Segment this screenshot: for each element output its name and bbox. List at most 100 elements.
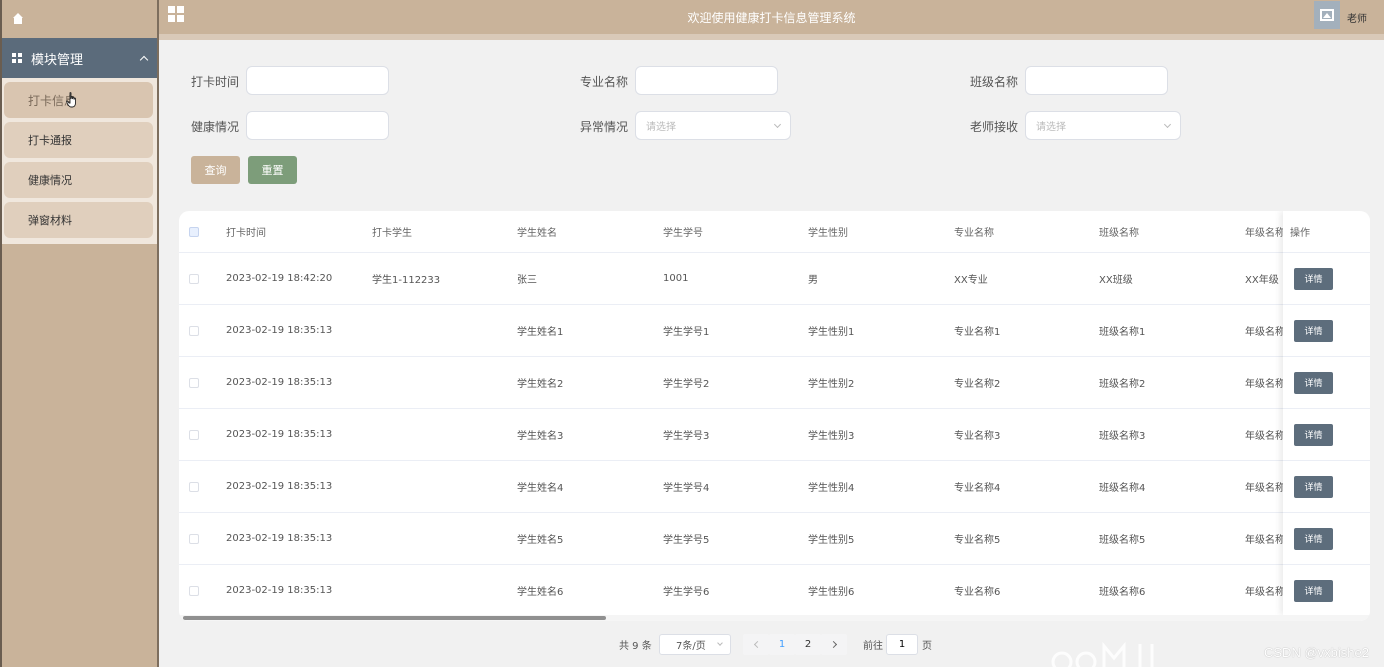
table-row[interactable]: 2023-02-19 18:35:13 学生姓名3 学生学号3 学生性别3 专业名称3 班… bbox=[179, 409, 1370, 461]
column-header[interactable]: 打卡时间 bbox=[226, 211, 266, 252]
detail-button[interactable]: 详情 bbox=[1294, 579, 1333, 602]
column-header[interactable]: 班级名称 bbox=[1099, 211, 1139, 252]
table-cell: 学生性别3 bbox=[808, 431, 855, 442]
row-checkbox[interactable] bbox=[189, 378, 199, 388]
column-header[interactable]: 年级名称 bbox=[1245, 211, 1283, 252]
sidebar-item-checkin-info[interactable]: 打卡信息 bbox=[4, 82, 153, 118]
detail-button[interactable]: 详情 bbox=[1294, 423, 1333, 446]
table-cell: 班级名称1 bbox=[1099, 327, 1146, 338]
row-checkbox[interactable] bbox=[189, 430, 199, 440]
table-row[interactable]: 2023-02-19 18:35:13 学生姓名2 学生学号2 学生性别2 专业名称2 班… bbox=[179, 357, 1370, 409]
detail-button[interactable]: 详情 bbox=[1294, 475, 1333, 498]
detail-button[interactable]: 详情 bbox=[1294, 527, 1333, 550]
chevron-down-icon bbox=[717, 640, 723, 646]
sidebar-item-health-status[interactable]: 健康情况 bbox=[4, 162, 153, 198]
avatar[interactable] bbox=[1314, 1, 1340, 29]
table-cell: 专业名称1 bbox=[954, 327, 1001, 338]
select-all-checkbox[interactable] bbox=[189, 227, 199, 237]
page-button-1[interactable]: 1 bbox=[769, 634, 795, 655]
row-checkbox[interactable] bbox=[189, 534, 199, 544]
sidebar-item-popup-material[interactable]: 弹窗材料 bbox=[4, 202, 153, 238]
column-header[interactable]: 打卡学生 bbox=[372, 211, 412, 252]
table-cell: 2023-02-19 18:35:13 bbox=[226, 585, 333, 596]
health-input[interactable] bbox=[246, 111, 389, 140]
detail-button[interactable]: 详情 bbox=[1294, 371, 1333, 394]
operation-cell: 详情 bbox=[1283, 409, 1370, 461]
table-cell: 学生学号3 bbox=[663, 431, 710, 442]
detail-button[interactable]: 详情 bbox=[1294, 267, 1333, 290]
table-cell: 学生学号1 bbox=[663, 327, 710, 338]
sidebar-item-label: 健康情况 bbox=[28, 174, 72, 187]
scrollbar-thumb[interactable] bbox=[183, 616, 606, 620]
table-row[interactable]: 2023-02-19 18:35:13 学生姓名1 学生学号1 学生性别1 专业名称1 班… bbox=[179, 305, 1370, 357]
abnormal-select[interactable]: 请选择 bbox=[635, 111, 791, 140]
operation-cell: 详情 bbox=[1283, 305, 1370, 357]
health-label: 健康情况 bbox=[191, 120, 240, 134]
page-size-select[interactable]: 7条/页 bbox=[659, 634, 731, 655]
row-checkbox[interactable] bbox=[189, 482, 199, 492]
sidebar-item-checkin-report[interactable]: 打卡通报 bbox=[4, 122, 153, 158]
data-table: 打卡时间 打卡学生 学生姓名 学生学号 学生性别 专业名称 班级名称 年级名称 … bbox=[179, 211, 1370, 621]
class-input[interactable] bbox=[1025, 66, 1168, 95]
column-header[interactable]: 学生姓名 bbox=[517, 211, 557, 252]
table-cell: 专业名称4 bbox=[954, 483, 1001, 494]
column-header[interactable]: 专业名称 bbox=[954, 211, 994, 252]
goto-label: 前往 bbox=[863, 640, 883, 652]
operation-cell: 详情 bbox=[1283, 513, 1370, 565]
table-cell: 2023-02-19 18:35:13 bbox=[226, 481, 333, 492]
operation-cell: 详情 bbox=[1283, 461, 1370, 513]
major-input[interactable] bbox=[635, 66, 778, 95]
table-row[interactable]: 2023-02-19 18:35:13 学生姓名4 学生学号4 学生性别4 专业名称4 班… bbox=[179, 461, 1370, 513]
column-header[interactable]: 学生性别 bbox=[808, 211, 848, 252]
abnormal-select-placeholder: 请选择 bbox=[646, 122, 676, 133]
page-title: 欢迎使用健康打卡信息管理系统 bbox=[687, 11, 856, 25]
table-cell: 班级名称2 bbox=[1099, 379, 1146, 390]
table-row[interactable]: 2023-02-19 18:35:13 学生姓名6 学生学号6 学生性别6 专业名称6 班… bbox=[179, 565, 1370, 617]
checkin-time-label: 打卡时间 bbox=[191, 75, 240, 89]
horizontal-scrollbar[interactable] bbox=[179, 615, 1370, 621]
major-label: 专业名称 bbox=[580, 75, 629, 89]
checkin-time-input[interactable] bbox=[246, 66, 389, 95]
search-button[interactable]: 查询 bbox=[191, 156, 240, 184]
home-icon bbox=[12, 13, 24, 25]
goto-page-input[interactable] bbox=[886, 634, 918, 655]
table-cell: XX专业 bbox=[954, 275, 988, 286]
filter-form: 打卡时间 专业名称 班级名称 健康情况 异常情况 请选择 老师接收 请选择 查询… bbox=[159, 40, 1384, 200]
watermark-logo bbox=[1051, 641, 1154, 667]
column-header[interactable]: 学生学号 bbox=[663, 211, 703, 252]
user-name[interactable]: 老师 bbox=[1347, 10, 1367, 25]
table-cell: 班级名称3 bbox=[1099, 431, 1146, 442]
teacher-receive-select[interactable]: 请选择 bbox=[1025, 111, 1181, 140]
table-cell: 专业名称3 bbox=[954, 431, 1001, 442]
table-cell: 学生学号2 bbox=[663, 379, 710, 390]
operation-cell: 详情 bbox=[1283, 565, 1370, 617]
operation-cell: 详情 bbox=[1283, 253, 1370, 305]
prev-page-button[interactable] bbox=[743, 634, 769, 655]
table-cell: 专业名称6 bbox=[954, 587, 1001, 598]
table-row[interactable]: 2023-02-19 18:42:20 学生1-112233 张三 1001 男 XX专业… bbox=[179, 253, 1370, 305]
table-header: 打卡时间 打卡学生 学生姓名 学生学号 学生性别 专业名称 班级名称 年级名称 bbox=[179, 211, 1370, 253]
teacher-receive-select-placeholder: 请选择 bbox=[1036, 122, 1066, 133]
table-cell: 学生学号5 bbox=[663, 535, 710, 546]
top-header: 欢迎使用健康打卡信息管理系统 老师 bbox=[159, 0, 1384, 40]
operation-header: 操作 bbox=[1283, 211, 1370, 253]
page-button-2[interactable]: 2 bbox=[795, 634, 821, 655]
row-checkbox[interactable] bbox=[189, 274, 199, 284]
sidebar: 模块管理 打卡信息 打卡通报 健康情况 弹窗材料 bbox=[0, 0, 159, 667]
row-checkbox[interactable] bbox=[189, 326, 199, 336]
sidebar-module-header[interactable]: 模块管理 bbox=[2, 38, 157, 78]
next-page-button[interactable] bbox=[821, 634, 847, 655]
row-checkbox[interactable] bbox=[189, 586, 199, 596]
table-cell: 班级名称4 bbox=[1099, 483, 1146, 494]
sidebar-home[interactable] bbox=[2, 0, 157, 38]
table-cell: 学生姓名3 bbox=[517, 431, 564, 442]
table-row[interactable]: 2023-02-19 18:35:13 学生姓名5 学生学号5 学生性别5 专业名称5 班… bbox=[179, 513, 1370, 565]
chevron-right-icon bbox=[829, 640, 837, 649]
reset-button[interactable]: 重置 bbox=[248, 156, 297, 184]
watermark-text: CSDN @vxbishe2 bbox=[1264, 645, 1369, 660]
table-cell: 学生姓名2 bbox=[517, 379, 564, 390]
table-cell: 年级名称1 bbox=[1245, 327, 1283, 338]
chevron-down-icon bbox=[773, 120, 782, 129]
table-cell: 年级名称5 bbox=[1245, 535, 1283, 546]
detail-button[interactable]: 详情 bbox=[1294, 319, 1333, 342]
